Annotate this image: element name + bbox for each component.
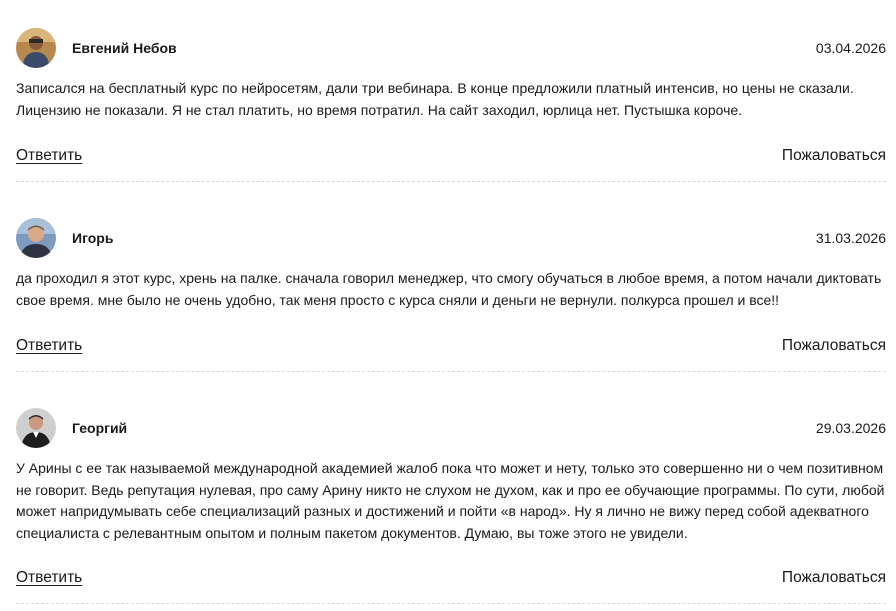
comment-divider — [16, 181, 886, 182]
report-link[interactable]: Пожаловаться — [782, 336, 886, 356]
comment-item: Георгий 29.03.2026 У Арины с ее так назы… — [16, 408, 886, 586]
comment-header: Евгений Небов 03.04.2026 — [16, 28, 886, 68]
reply-link[interactable]: Ответить — [16, 336, 82, 356]
comment-text: да проходил я этот курс, хрень на палке.… — [16, 270, 882, 308]
comments-list: Евгений Небов 03.04.2026 Записался на бе… — [0, 0, 896, 611]
avatar — [16, 218, 56, 258]
comment-header: Игорь 31.03.2026 — [16, 218, 886, 258]
reply-link[interactable]: Ответить — [16, 146, 82, 166]
comment-date: 03.04.2026 — [815, 40, 886, 56]
comment-divider — [16, 603, 886, 604]
comment-text: У Арины с ее так называемой международно… — [16, 460, 885, 541]
comment-author: Евгений Небов — [72, 40, 177, 56]
comment-author: Игорь — [72, 230, 114, 246]
comment-actions: Ответить Пожаловаться — [16, 336, 886, 358]
comment-item: Евгений Небов 03.04.2026 Записался на бе… — [16, 28, 886, 164]
comment-divider — [16, 371, 886, 372]
comment-item: Игорь 31.03.2026 да проходил я этот курс… — [16, 218, 886, 354]
avatar — [16, 28, 56, 68]
report-link[interactable]: Пожаловаться — [782, 568, 886, 588]
comment-date: 31.03.2026 — [815, 230, 886, 246]
report-link[interactable]: Пожаловаться — [782, 146, 886, 166]
comment-header: Георгий 29.03.2026 — [16, 408, 886, 448]
comment-author: Георгий — [72, 420, 128, 436]
reply-link[interactable]: Ответить — [16, 568, 82, 588]
comment-date: 29.03.2026 — [815, 420, 886, 436]
comment-actions: Ответить Пожаловаться — [16, 146, 886, 168]
avatar — [16, 408, 56, 448]
comment-text: Записался на бесплатный курс по нейросет… — [16, 80, 854, 118]
comment-actions: Ответить Пожаловаться — [16, 568, 886, 590]
